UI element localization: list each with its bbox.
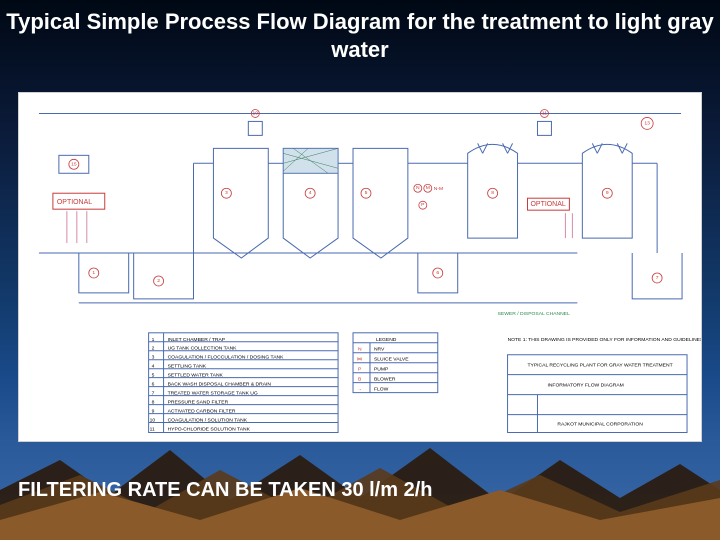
node-15: 15 — [71, 161, 77, 167]
node-13: 13 — [644, 120, 650, 126]
node-3: 3 — [225, 190, 228, 196]
node-8: 8 — [491, 190, 494, 196]
svg-text:M: M — [426, 185, 430, 191]
svg-text:TYPICAL RECYCLING PLANT FOR GR: TYPICAL RECYCLING PLANT FOR GRAY WATER T… — [528, 363, 673, 369]
svg-text:SLUICE VALVE: SLUICE VALVE — [374, 357, 409, 363]
node-1: 1 — [92, 270, 95, 276]
title-block: TYPICAL RECYCLING PLANT FOR GRAY WATER T… — [508, 355, 687, 433]
process-flow-svg: SEWER / DISPOSAL CHANNEL OPTIONAL 15 1 2… — [19, 93, 701, 441]
note-1: NOTE 1: THIS DRAWING IS PROVIDED ONLY FO… — [508, 337, 701, 343]
valve-label-nm: N-M — [434, 186, 443, 192]
svg-text:⋈: ⋈ — [357, 357, 362, 363]
node-11: 11 — [542, 110, 547, 116]
svg-text:FLOW: FLOW — [374, 387, 389, 393]
svg-text:LEGEND: LEGEND — [376, 337, 397, 343]
svg-text:11: 11 — [150, 427, 155, 433]
node-2: 2 — [157, 278, 160, 284]
slide-title: Typical Simple Process Flow Diagram for … — [0, 8, 720, 63]
slide-caption: FILTERING RATE CAN BE TAKEN 30 l/m 2/h — [18, 479, 432, 502]
optional-label-right: OPTIONAL — [531, 201, 566, 208]
svg-text:P: P — [421, 202, 425, 208]
node-5: 5 — [365, 190, 368, 196]
diagram-canvas: SEWER / DISPOSAL CHANNEL OPTIONAL 15 1 2… — [18, 92, 702, 442]
disposal-label: SEWER / DISPOSAL CHANNEL — [498, 311, 570, 317]
svg-text:N: N — [416, 185, 420, 191]
svg-text:PUMP: PUMP — [374, 367, 389, 373]
svg-text:INFORMATORY FLOW DIAGRAM: INFORMATORY FLOW DIAGRAM — [547, 383, 623, 389]
svg-text:N: N — [358, 347, 362, 353]
svg-text:→: → — [357, 387, 362, 393]
optional-label-left: OPTIONAL — [57, 199, 92, 206]
node-9: 9 — [606, 190, 609, 196]
legend-table: LEGEND NNRV ⋈SLUICE VALVE PPUMP BBLOWER … — [353, 333, 438, 393]
svg-text:HYPO-CHLORIDE SOLUTION TANK: HYPO-CHLORIDE SOLUTION TANK — [168, 427, 251, 433]
node-10: 10 — [253, 110, 259, 116]
svg-text:P: P — [358, 367, 362, 373]
svg-text:RAJKOT MUNICIPAL CORPORATION: RAJKOT MUNICIPAL CORPORATION — [557, 422, 643, 428]
node-6: 6 — [436, 270, 439, 276]
svg-text:NRV: NRV — [374, 347, 385, 353]
node-4: 4 — [309, 190, 312, 196]
svg-text:B: B — [358, 377, 362, 383]
svg-text:BLOWER: BLOWER — [374, 377, 396, 383]
equipment-table: 1INLET CHAMBER / TRAP 2UG TANK COLLECTIO… — [149, 333, 338, 433]
slide: Typical Simple Process Flow Diagram for … — [0, 0, 720, 540]
node-7: 7 — [656, 275, 659, 281]
